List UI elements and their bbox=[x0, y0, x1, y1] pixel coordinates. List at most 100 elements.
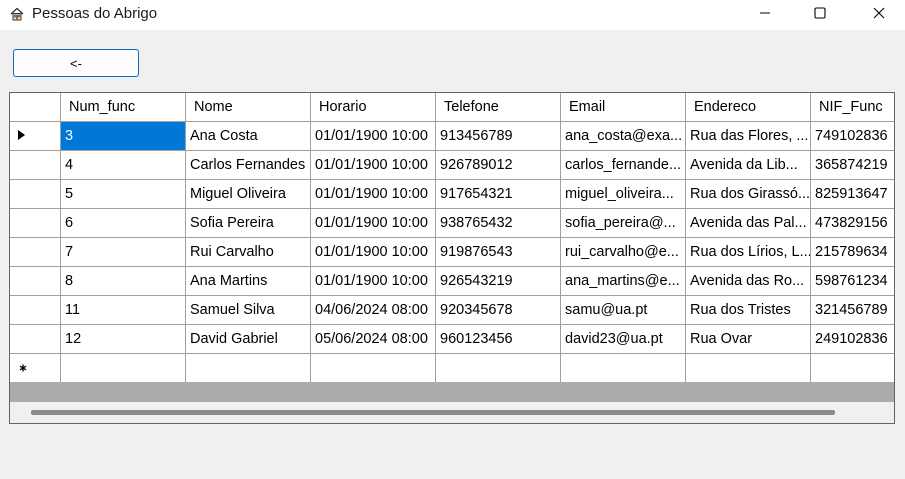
cell-email[interactable]: rui_carvalho@e... bbox=[561, 238, 686, 267]
new-cell-nome[interactable] bbox=[186, 354, 311, 382]
new-row[interactable] bbox=[10, 354, 894, 382]
cell-nome[interactable]: Ana Costa bbox=[186, 122, 311, 151]
table-row[interactable]: 4 Carlos Fernandes 01/01/1900 10:00 9267… bbox=[10, 151, 894, 180]
column-header-email[interactable]: Email bbox=[561, 93, 686, 122]
cell-num-func[interactable]: 8 bbox=[61, 267, 186, 296]
cell-horario[interactable]: 01/01/1900 10:00 bbox=[311, 180, 436, 209]
cell-email[interactable]: miguel_oliveira... bbox=[561, 180, 686, 209]
cell-telefone[interactable]: 960123456 bbox=[436, 325, 561, 354]
row-header[interactable] bbox=[10, 209, 61, 238]
new-cell-email[interactable] bbox=[561, 354, 686, 382]
row-header[interactable] bbox=[10, 267, 61, 296]
new-cell-telefone[interactable] bbox=[436, 354, 561, 382]
table-row[interactable]: 3 Ana Costa 01/01/1900 10:00 913456789 a… bbox=[10, 122, 894, 151]
cell-email[interactable]: samu@ua.pt bbox=[561, 296, 686, 325]
column-header-nome[interactable]: Nome bbox=[186, 93, 311, 122]
cell-nif-func[interactable]: 321456789 bbox=[811, 296, 894, 325]
column-header-endereco[interactable]: Endereco bbox=[686, 93, 811, 122]
cell-telefone[interactable]: 917654321 bbox=[436, 180, 561, 209]
cell-endereco[interactable]: Avenida das Pal... bbox=[686, 209, 811, 238]
cell-nome[interactable]: Miguel Oliveira bbox=[186, 180, 311, 209]
horizontal-scrollbar[interactable] bbox=[10, 402, 894, 423]
column-header-telefone[interactable]: Telefone bbox=[436, 93, 561, 122]
row-header[interactable] bbox=[10, 180, 61, 209]
cell-endereco[interactable]: Rua dos Lírios, L... bbox=[686, 238, 811, 267]
row-header[interactable] bbox=[10, 122, 61, 151]
cell-endereco[interactable]: Avenida da Lib... bbox=[686, 151, 811, 180]
cell-horario[interactable]: 05/06/2024 08:00 bbox=[311, 325, 436, 354]
cell-email[interactable]: david23@ua.pt bbox=[561, 325, 686, 354]
row-header[interactable] bbox=[10, 296, 61, 325]
table-row[interactable]: 11 Samuel Silva 04/06/2024 08:00 9203456… bbox=[10, 296, 894, 325]
cell-nome[interactable]: Samuel Silva bbox=[186, 296, 311, 325]
cell-nif-func[interactable]: 825913647 bbox=[811, 180, 894, 209]
cell-horario[interactable]: 01/01/1900 10:00 bbox=[311, 209, 436, 238]
window-title: Pessoas do Abrigo bbox=[32, 5, 158, 22]
table-row[interactable]: 7 Rui Carvalho 01/01/1900 10:00 91987654… bbox=[10, 238, 894, 267]
cell-endereco[interactable]: Avenida das Ro... bbox=[686, 267, 811, 296]
cell-nome[interactable]: Ana Martins bbox=[186, 267, 311, 296]
cell-email[interactable]: sofia_pereira@... bbox=[561, 209, 686, 238]
cell-endereco[interactable]: Rua dos Tristes bbox=[686, 296, 811, 325]
cell-nif-func[interactable]: 749102836 bbox=[811, 122, 894, 151]
row-header[interactable] bbox=[10, 238, 61, 267]
cell-endereco[interactable]: Rua das Flores, ... bbox=[686, 122, 811, 151]
close-button[interactable] bbox=[856, 0, 902, 30]
cell-num-func[interactable]: 11 bbox=[61, 296, 186, 325]
column-header-num-func[interactable]: Num_func bbox=[61, 93, 186, 122]
cell-num-func[interactable]: 7 bbox=[61, 238, 186, 267]
cell-horario[interactable]: 01/01/1900 10:00 bbox=[311, 267, 436, 296]
table-row[interactable]: 6 Sofia Pereira 01/01/1900 10:00 9387654… bbox=[10, 209, 894, 238]
house-icon bbox=[9, 6, 25, 22]
cell-nif-func[interactable]: 473829156 bbox=[811, 209, 894, 238]
back-button[interactable]: <- bbox=[13, 49, 139, 77]
cell-horario[interactable]: 01/01/1900 10:00 bbox=[311, 122, 436, 151]
cell-nif-func[interactable]: 249102836 bbox=[811, 325, 894, 354]
minimize-icon bbox=[759, 6, 771, 24]
cell-num-func[interactable]: 6 bbox=[61, 209, 186, 238]
table-row[interactable]: 8 Ana Martins 01/01/1900 10:00 926543219… bbox=[10, 267, 894, 296]
cell-nif-func[interactable]: 365874219 bbox=[811, 151, 894, 180]
cell-nome[interactable]: Rui Carvalho bbox=[186, 238, 311, 267]
cell-telefone[interactable]: 919876543 bbox=[436, 238, 561, 267]
column-header-horario[interactable]: Horario bbox=[311, 93, 436, 122]
cell-nif-func[interactable]: 598761234 bbox=[811, 267, 894, 296]
top-left-header-cell[interactable] bbox=[10, 93, 61, 122]
cell-telefone[interactable]: 926543219 bbox=[436, 267, 561, 296]
cell-num-func[interactable]: 12 bbox=[61, 325, 186, 354]
scrollbar-thumb[interactable] bbox=[31, 410, 835, 415]
cell-num-func[interactable]: 3 bbox=[61, 122, 186, 151]
data-grid[interactable]: Num_func Nome Horario Telefone Email End… bbox=[9, 92, 895, 424]
cell-num-func[interactable]: 5 bbox=[61, 180, 186, 209]
cell-email[interactable]: ana_costa@exa... bbox=[561, 122, 686, 151]
row-header[interactable] bbox=[10, 354, 61, 382]
cell-telefone[interactable]: 938765432 bbox=[436, 209, 561, 238]
cell-telefone[interactable]: 926789012 bbox=[436, 151, 561, 180]
cell-endereco[interactable]: Rua dos Girassó... bbox=[686, 180, 811, 209]
cell-horario[interactable]: 01/01/1900 10:00 bbox=[311, 238, 436, 267]
maximize-button[interactable] bbox=[797, 0, 843, 30]
cell-nome[interactable]: Carlos Fernandes bbox=[186, 151, 311, 180]
title-bar[interactable]: Pessoas do Abrigo bbox=[0, 0, 905, 30]
new-cell-nif-func[interactable] bbox=[811, 354, 894, 382]
row-header[interactable] bbox=[10, 151, 61, 180]
cell-endereco[interactable]: Rua Ovar bbox=[686, 325, 811, 354]
column-header-nif-func[interactable]: NIF_Func bbox=[811, 93, 894, 122]
cell-num-func[interactable]: 4 bbox=[61, 151, 186, 180]
cell-nome[interactable]: David Gabriel bbox=[186, 325, 311, 354]
table-row[interactable]: 5 Miguel Oliveira 01/01/1900 10:00 91765… bbox=[10, 180, 894, 209]
cell-email[interactable]: carlos_fernande... bbox=[561, 151, 686, 180]
row-header[interactable] bbox=[10, 325, 61, 354]
cell-nome[interactable]: Sofia Pereira bbox=[186, 209, 311, 238]
cell-telefone[interactable]: 920345678 bbox=[436, 296, 561, 325]
new-cell-num-func[interactable] bbox=[61, 354, 186, 382]
cell-horario[interactable]: 04/06/2024 08:00 bbox=[311, 296, 436, 325]
cell-email[interactable]: ana_martins@e... bbox=[561, 267, 686, 296]
cell-horario[interactable]: 01/01/1900 10:00 bbox=[311, 151, 436, 180]
new-cell-horario[interactable] bbox=[311, 354, 436, 382]
cell-telefone[interactable]: 913456789 bbox=[436, 122, 561, 151]
table-row[interactable]: 12 David Gabriel 05/06/2024 08:00 960123… bbox=[10, 325, 894, 354]
cell-nif-func[interactable]: 215789634 bbox=[811, 238, 894, 267]
new-cell-endereco[interactable] bbox=[686, 354, 811, 382]
minimize-button[interactable] bbox=[742, 0, 788, 30]
